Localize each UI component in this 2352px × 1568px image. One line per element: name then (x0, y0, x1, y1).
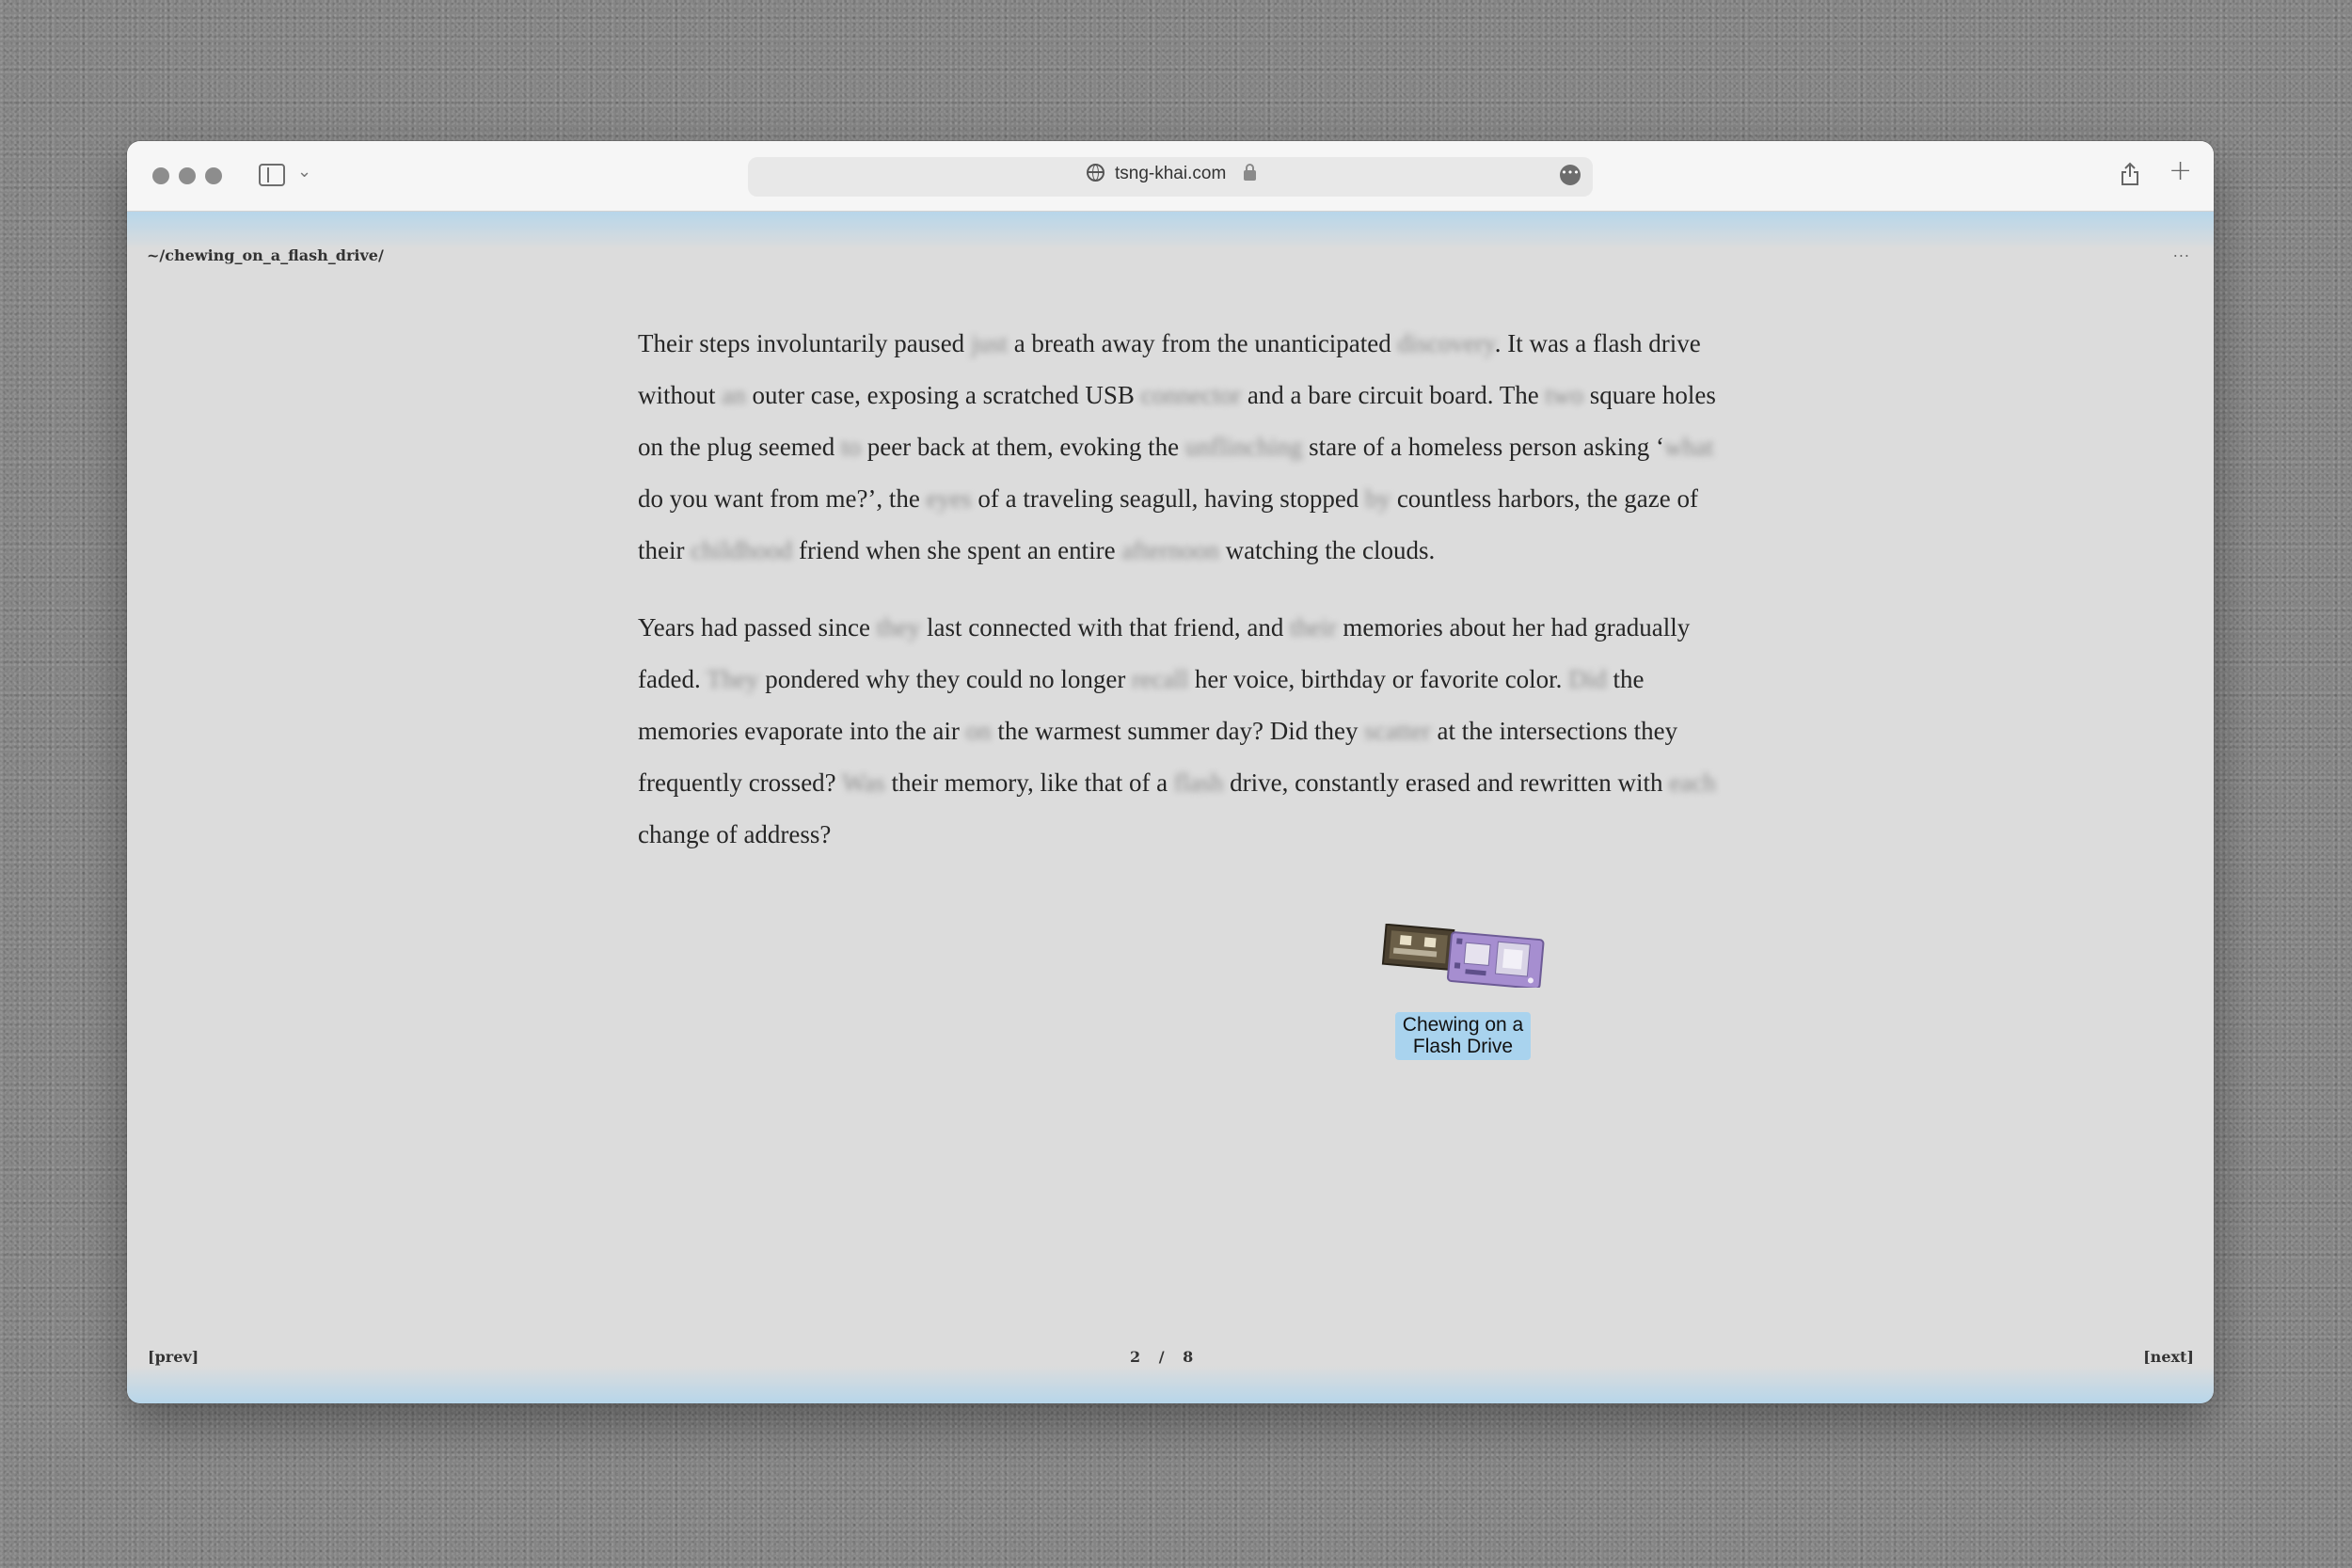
sidebar-toggle-icon[interactable] (259, 164, 285, 186)
minimize-window-button[interactable] (179, 167, 196, 184)
flash-drive-caption[interactable]: Chewing on a Flash Drive (1395, 1012, 1531, 1060)
blurred-word: they (876, 613, 921, 641)
blurred-word: flash (1173, 768, 1224, 797)
bottom-gradient-band (127, 1366, 2214, 1403)
close-window-button[interactable] (152, 167, 169, 184)
blurred-word: to (840, 433, 861, 461)
next-link[interactable]: [next] (2143, 1348, 2194, 1366)
page-counter: 2 / 8 (1130, 1348, 1194, 1366)
globe-icon (1087, 164, 1104, 182)
text-segment: drive, constantly erased and rewritten w… (1223, 768, 1670, 797)
text-segment: of a traveling seagull, having stopped (971, 484, 1366, 513)
flash-drive-icon[interactable] (1380, 924, 1546, 988)
text-segment: Years had passed since (638, 613, 877, 641)
text-segment: the warmest summer day? Did they (991, 717, 1365, 745)
new-tab-icon[interactable]: + (2169, 154, 2192, 187)
url-text[interactable]: tsng-khai.com (1115, 164, 1226, 184)
text-segment: peer back at them, evoking the (860, 433, 1185, 461)
text-segment: her voice, birthday or favorite color. (1188, 665, 1569, 693)
browser-toolbar: ⌄ tsng-khai.com ••• + (127, 141, 2214, 212)
blurred-word: on (965, 717, 992, 745)
page-menu-icon[interactable]: ... (2173, 243, 2190, 261)
browser-window: ⌄ tsng-khai.com ••• + ~/chewing_on_a_fla… (127, 141, 2214, 1403)
blurred-word: afternoon (1121, 536, 1219, 564)
text-segment: stare of a homeless person asking ‘ (1302, 433, 1664, 461)
blurred-word: childhood (691, 536, 793, 564)
text-segment: Their steps involuntarily paused (638, 329, 971, 357)
blurred-word: unflinching (1184, 433, 1303, 461)
blurred-word: by (1365, 484, 1391, 513)
blurred-word: their (1290, 613, 1337, 641)
prev-link[interactable]: [prev] (148, 1348, 199, 1366)
lock-icon (1244, 164, 1256, 181)
article-paragraph: Their steps involuntarily paused just a … (638, 318, 1720, 577)
blurred-word: connector (1140, 381, 1242, 409)
article-body: Their steps involuntarily paused just a … (638, 318, 1720, 886)
blurred-word: discovery (1397, 329, 1495, 357)
share-icon[interactable] (2120, 162, 2140, 186)
text-segment: outer case, exposing a scratched USB (745, 381, 1141, 409)
text-segment: and a bare circuit board. The (1241, 381, 1546, 409)
top-gradient-band (127, 212, 2214, 249)
text-segment: watching the clouds. (1218, 536, 1436, 564)
blurred-word: They (706, 665, 759, 693)
text-segment: pondered why they could no longer (758, 665, 1133, 693)
page-path: ~/chewing_on_a_flash_drive/ (147, 246, 384, 264)
blurred-word: each (1669, 768, 1716, 797)
chevron-down-icon[interactable]: ⌄ (297, 162, 311, 182)
text-segment: a breath away from the unanticipated (1007, 329, 1398, 357)
more-options-icon[interactable]: ••• (1560, 165, 1581, 185)
text-segment: last connected with that friend, and (920, 613, 1291, 641)
blurred-word: eyes (926, 484, 972, 513)
blurred-word: scatter (1364, 717, 1431, 745)
blurred-word: what (1663, 433, 1714, 461)
blurred-word: recall (1132, 665, 1189, 693)
text-segment: do you want from me?’, the (638, 484, 927, 513)
blurred-word: Did (1568, 665, 1607, 693)
blurred-word: an (722, 381, 746, 409)
text-segment: friend when she spent an entire (792, 536, 1122, 564)
article-paragraph: Years had passed since they last connect… (638, 602, 1720, 861)
zoom-window-button[interactable] (205, 167, 222, 184)
blurred-word: just (970, 329, 1008, 357)
text-segment: change of address? (638, 820, 832, 848)
text-segment: their memory, like that of a (884, 768, 1174, 797)
blurred-word: Was (841, 768, 885, 797)
blurred-word: two (1545, 381, 1583, 409)
